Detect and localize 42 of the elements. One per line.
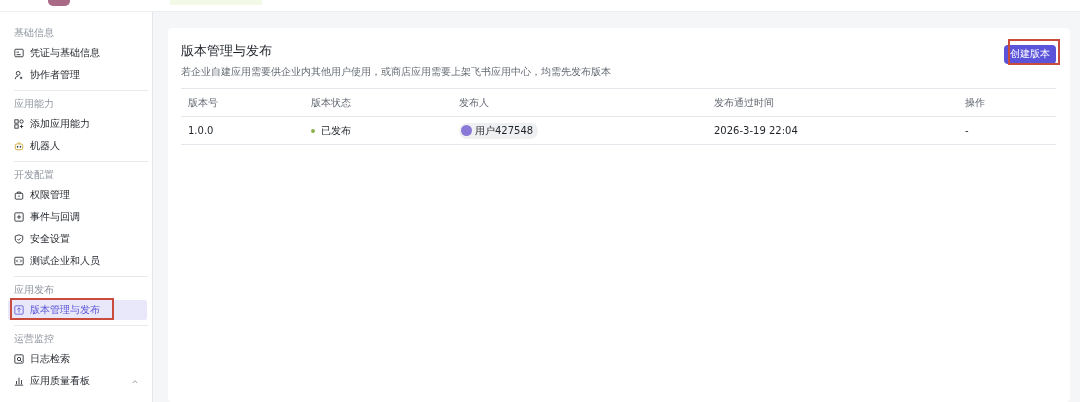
person-icon — [14, 70, 24, 80]
search-icon — [14, 354, 24, 364]
sidebar-item[interactable]: 凭证与基础信息 — [8, 43, 147, 63]
create-version-button[interactable]: 创建版本 — [1004, 44, 1056, 64]
group-label: 开发配置 — [13, 168, 55, 182]
sidebar-item[interactable]: 测试企业和人员 — [8, 251, 147, 271]
group-label: 应用能力 — [13, 97, 55, 111]
group-label: 应用发布 — [13, 283, 55, 297]
sidebar-item[interactable]: 协作者管理 — [8, 65, 147, 85]
app-icon — [48, 0, 70, 6]
sidebar-item[interactable]: 添加应用能力 — [8, 114, 147, 134]
chart-icon — [14, 376, 24, 386]
table-cell-text: 2026-3-19 22:04 — [713, 125, 799, 136]
user-chip[interactable]: 用户427548 — [459, 122, 539, 139]
lock-icon — [14, 190, 24, 200]
shield-icon — [14, 234, 24, 244]
column-header: 版本状态 — [310, 95, 352, 110]
card-icon — [14, 48, 24, 58]
column-header: 操作 — [964, 95, 986, 110]
robot-icon — [14, 141, 24, 151]
sidebar-item[interactable]: 机器人 — [8, 136, 147, 156]
avatar-icon — [461, 125, 472, 136]
table-cell-text: 1.0.0 — [187, 125, 215, 136]
column-header: 发布通过时间 — [713, 95, 775, 110]
sidebar-item[interactable]: 安全设置 — [8, 229, 147, 249]
group-label: 运营监控 — [13, 332, 55, 346]
column-header: 版本号 — [187, 95, 219, 110]
page-description: 若企业自建应用需要供企业内其他用户使用，或商店应用需要上架飞书应用中心，均需先发布版本 — [181, 65, 611, 79]
code-icon — [14, 256, 24, 266]
page-title: 版本管理与发布 — [181, 42, 273, 60]
sidebar-item[interactable]: 版本管理与发布 — [8, 300, 147, 320]
sidebar-item[interactable]: 权限管理 — [8, 185, 147, 205]
sidebar-item[interactable]: 应用质量看板 — [8, 371, 147, 391]
grid-icon — [14, 119, 24, 129]
group-label: 基础信息 — [13, 26, 55, 40]
column-header: 发布人 — [458, 95, 490, 110]
sidebar-item[interactable]: 日志检索 — [8, 349, 147, 369]
sidebar-item[interactable]: 事件与回调 — [8, 207, 147, 227]
table-cell-text: - — [964, 125, 970, 136]
status-label: 已发布 — [321, 123, 351, 138]
upload-icon — [14, 305, 24, 315]
plus-icon — [14, 212, 24, 222]
